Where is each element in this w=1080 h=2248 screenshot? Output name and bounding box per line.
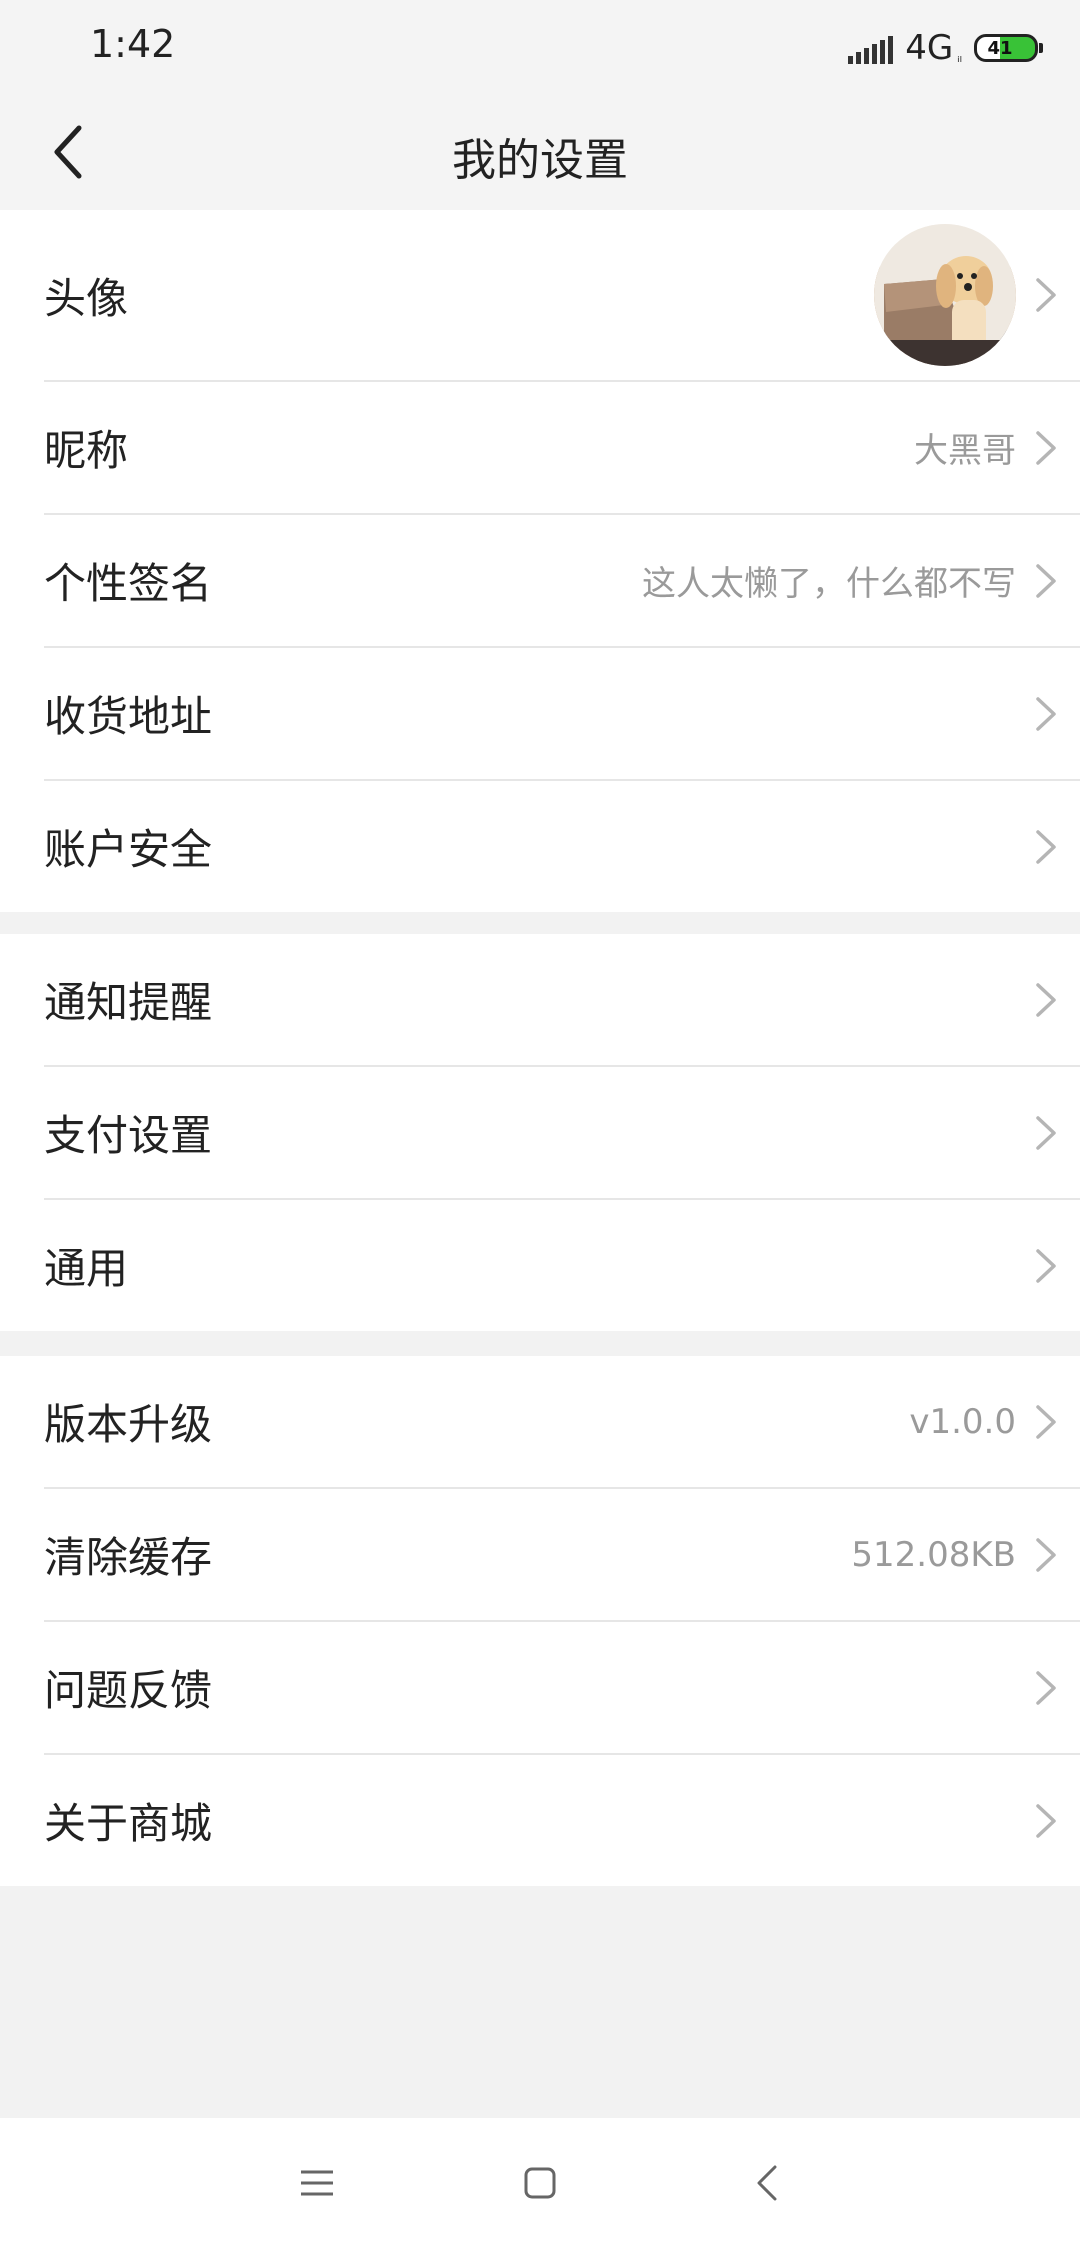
avatar-dog-image	[874, 224, 1016, 366]
network-activity: ᵢₗ	[957, 50, 962, 66]
chevron-right-icon	[1036, 278, 1056, 312]
row-signature[interactable]: 个性签名 这人太懒了，什么都不写	[44, 515, 1080, 648]
row-right: 大黑哥	[914, 382, 1060, 513]
row-label: 账户安全	[44, 825, 213, 874]
chevron-right-icon	[1036, 1537, 1056, 1572]
row-label: 通用	[44, 1244, 129, 1293]
row-right: v1.0.0	[909, 1356, 1060, 1487]
nav-bar: 我的设置	[0, 96, 1080, 210]
home-button[interactable]	[515, 2158, 565, 2208]
chevron-right-icon	[1036, 563, 1056, 598]
row-right	[1032, 648, 1060, 779]
row-label: 关于商城	[44, 1799, 213, 1848]
chevron-right-icon	[1036, 696, 1056, 731]
row-shipping-address[interactable]: 收货地址	[44, 648, 1080, 781]
menu-button[interactable]	[292, 2158, 342, 2208]
row-clear-cache[interactable]: 清除缓存 512.08KB	[44, 1489, 1080, 1622]
chevron-right-icon	[1036, 1115, 1056, 1150]
status-icons: 4G ᵢₗ 41	[848, 26, 1043, 70]
battery-level: 41	[987, 37, 1013, 59]
row-right: 512.08KB	[851, 1489, 1060, 1620]
row-right	[1032, 1622, 1060, 1753]
row-label: 支付设置	[44, 1111, 213, 1160]
row-version-upgrade[interactable]: 版本升级 v1.0.0	[44, 1356, 1080, 1489]
chevron-right-icon	[1036, 1404, 1056, 1439]
row-account-security[interactable]: 账户安全	[44, 781, 1080, 912]
settings-group-profile: 头像 昵称 大黑哥 个性签名 这人太懒了，什么都不写 收货地址 账户安全	[0, 210, 1080, 912]
row-label: 通知提醒	[44, 978, 213, 1027]
row-right	[1032, 1755, 1060, 1886]
row-label: 问题反馈	[44, 1666, 213, 1715]
settings-group-app: 通知提醒 支付设置 通用	[0, 934, 1080, 1331]
row-value: 512.08KB	[851, 1534, 1016, 1575]
system-navigation-bar	[0, 2118, 1080, 2248]
row-payment-settings[interactable]: 支付设置	[44, 1067, 1080, 1200]
row-label: 清除缓存	[44, 1533, 213, 1582]
row-feedback[interactable]: 问题反馈	[44, 1622, 1080, 1755]
row-nickname[interactable]: 昵称 大黑哥	[44, 382, 1080, 515]
row-label: 个性签名	[44, 559, 213, 608]
row-value: v1.0.0	[909, 1401, 1016, 1442]
chevron-right-icon	[1036, 982, 1056, 1017]
status-bar: 1:42 4G ᵢₗ 41	[0, 0, 1080, 96]
chevron-right-icon	[1036, 1248, 1056, 1283]
row-right	[1032, 934, 1060, 1065]
chevron-right-icon	[1036, 1803, 1056, 1838]
row-about-mall[interactable]: 关于商城	[44, 1755, 1080, 1886]
home-square-icon	[524, 2167, 556, 2199]
battery-icon: 41	[974, 34, 1043, 62]
network-type: 4G	[905, 28, 954, 68]
row-right	[1032, 781, 1060, 912]
row-general[interactable]: 通用	[44, 1200, 1080, 1331]
row-value: 大黑哥	[914, 431, 1016, 471]
row-right	[874, 210, 1060, 380]
row-label: 昵称	[44, 426, 129, 475]
signal-icon	[848, 32, 894, 64]
row-avatar[interactable]: 头像	[44, 210, 1080, 382]
row-right	[1032, 1067, 1060, 1198]
chevron-right-icon	[1036, 1670, 1056, 1705]
row-label: 版本升级	[44, 1400, 213, 1449]
row-right: 这人太懒了，什么都不写	[642, 515, 1060, 646]
system-back-button[interactable]	[742, 2158, 792, 2208]
row-value: 这人太懒了，什么都不写	[642, 564, 1016, 604]
menu-icon	[301, 2170, 333, 2196]
chevron-right-icon	[1036, 829, 1056, 864]
row-label: 收货地址	[44, 692, 213, 741]
row-right	[1032, 1200, 1060, 1331]
row-label: 头像	[44, 273, 129, 323]
back-triangle-icon	[757, 2165, 777, 2201]
settings-group-about: 版本升级 v1.0.0 清除缓存 512.08KB 问题反馈 关于商城	[0, 1356, 1080, 1886]
page-title: 我的设置	[452, 135, 628, 186]
row-notifications[interactable]: 通知提醒	[44, 934, 1080, 1067]
avatar[interactable]	[874, 224, 1016, 366]
chevron-right-icon	[1036, 430, 1056, 465]
status-time: 1:42	[90, 22, 176, 66]
